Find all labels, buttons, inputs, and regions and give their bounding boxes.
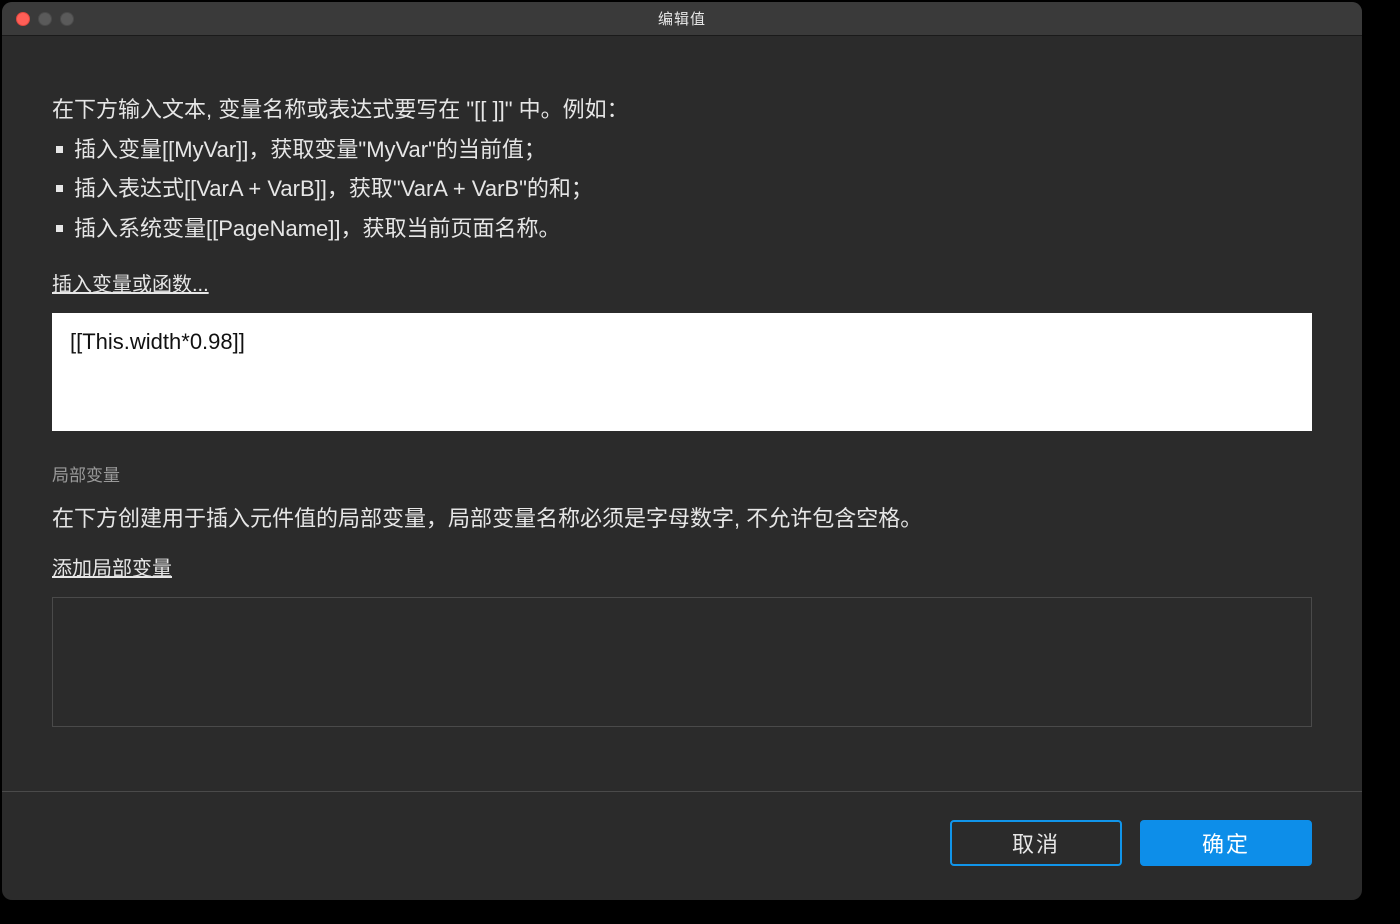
ok-button[interactable]: 确定 — [1140, 820, 1312, 866]
edit-value-dialog: 编辑值 在下方输入文本, 变量名称或表达式要写在 "[[ ]]" 中。例如： 插… — [2, 2, 1362, 900]
instructions-block: 在下方输入文本, 变量名称或表达式要写在 "[[ ]]" 中。例如： 插入变量[… — [52, 90, 1312, 248]
dialog-content: 在下方输入文本, 变量名称或表达式要写在 "[[ ]]" 中。例如： 插入变量[… — [2, 36, 1362, 791]
add-local-variable-link[interactable]: 添加局部变量 — [52, 552, 1312, 581]
window-controls — [16, 12, 74, 26]
window-title: 编辑值 — [2, 8, 1362, 29]
close-icon[interactable] — [16, 12, 30, 26]
local-variables-label: 局部变量 — [52, 461, 1312, 486]
titlebar: 编辑值 — [2, 2, 1362, 36]
local-variables-area[interactable] — [52, 597, 1312, 727]
local-variables-description: 在下方创建用于插入元件值的局部变量，局部变量名称必须是字母数字, 不允许包含空格… — [52, 500, 1312, 537]
expression-input[interactable] — [52, 313, 1312, 431]
instructions-bullets: 插入变量[[MyVar]]，获取变量"MyVar"的当前值； 插入表达式[[Va… — [52, 130, 1312, 249]
dialog-footer: 取消 确定 — [2, 791, 1362, 900]
instruction-item: 插入变量[[MyVar]]，获取变量"MyVar"的当前值； — [52, 130, 1312, 170]
zoom-icon — [60, 12, 74, 26]
cancel-button[interactable]: 取消 — [950, 820, 1122, 866]
instructions-lead: 在下方输入文本, 变量名称或表达式要写在 "[[ ]]" 中。例如： — [52, 90, 1312, 130]
instruction-item: 插入表达式[[VarA + VarB]]，获取"VarA + VarB"的和； — [52, 169, 1312, 209]
instruction-item: 插入系统变量[[PageName]]，获取当前页面名称。 — [52, 209, 1312, 249]
minimize-icon — [38, 12, 52, 26]
insert-variable-link[interactable]: 插入变量或函数... — [52, 268, 1312, 297]
